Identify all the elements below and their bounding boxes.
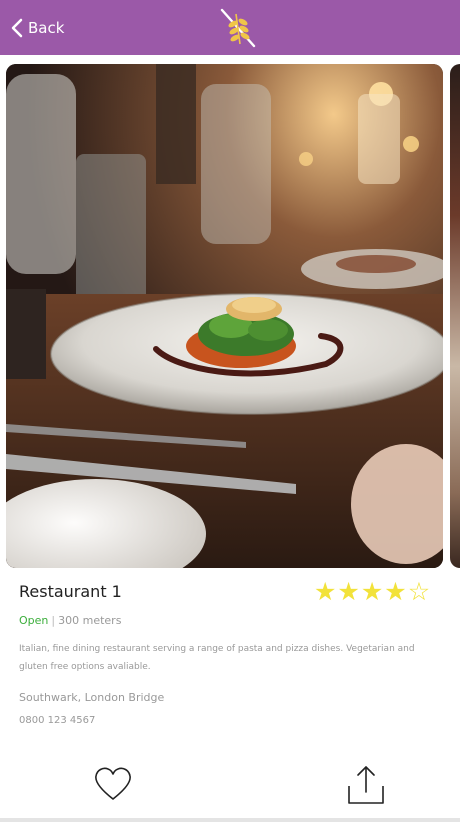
star-icon: ★ — [384, 577, 407, 606]
share-icon[interactable] — [345, 764, 387, 806]
bottom-divider — [0, 818, 460, 822]
distance: 300 meters — [58, 614, 122, 627]
star-icon: ★ — [337, 577, 360, 606]
restaurant-name: Restaurant 1 — [19, 582, 122, 601]
chevron-left-icon — [11, 18, 23, 38]
star-rating: ★ ★ ★ ★ ☆ — [314, 578, 430, 606]
star-icon: ★ — [360, 577, 384, 606]
back-button[interactable]: Back — [10, 16, 64, 40]
next-restaurant-card-peek[interactable] — [450, 64, 460, 568]
restaurant-detail-screen: Back Restaurant 1 ★ ★ ★ ★ ☆ Open | 300 m… — [0, 0, 460, 822]
status-line: Open | 300 meters — [19, 614, 121, 627]
top-bar: Back — [0, 0, 460, 55]
star-icon: ★ — [314, 577, 337, 606]
back-label: Back — [28, 19, 65, 37]
wheat-slash-icon — [220, 8, 256, 48]
action-bar — [0, 760, 460, 810]
restaurant-address: Southwark, London Bridge — [19, 691, 165, 704]
food-plate-image — [6, 64, 443, 568]
star-outline-icon: ☆ — [407, 577, 431, 606]
restaurant-description: Italian, fine dining restaurant serving … — [19, 644, 415, 672]
open-status-badge: Open — [19, 614, 49, 627]
restaurant-phone[interactable]: 0800 123 4567 — [19, 715, 95, 726]
restaurant-photo[interactable] — [6, 64, 443, 568]
status-separator: | — [51, 614, 56, 627]
heart-icon[interactable] — [93, 766, 133, 802]
